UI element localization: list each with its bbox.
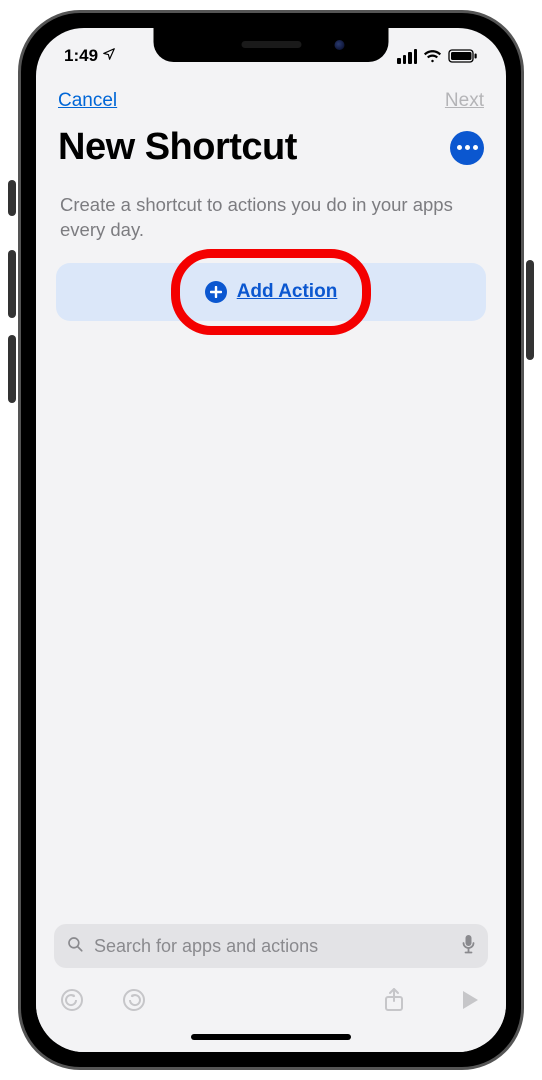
more-options-button[interactable] — [450, 131, 484, 165]
title-row: New Shortcut — [36, 118, 506, 179]
next-button: Next — [445, 90, 484, 112]
search-input[interactable] — [94, 936, 451, 957]
search-field[interactable] — [54, 924, 488, 968]
home-indicator[interactable] — [191, 1034, 351, 1040]
side-power-button — [526, 260, 534, 360]
volume-down-button — [8, 335, 16, 403]
add-action-label: Add Action — [237, 281, 338, 303]
bottom-toolbar — [54, 968, 488, 1020]
nav-bar: Cancel Next — [36, 78, 506, 118]
add-action-button[interactable]: Add Action — [56, 263, 486, 321]
plus-circle-icon — [205, 281, 227, 303]
status-right — [397, 49, 478, 64]
phone-frame: 1:49 Cancel Next — [18, 10, 524, 1070]
cancel-button[interactable]: Cancel — [58, 90, 117, 112]
speaker-grille — [241, 41, 301, 48]
bottom-area — [36, 924, 506, 1052]
front-camera — [335, 40, 345, 50]
location-arrow-icon — [102, 46, 116, 66]
redo-button[interactable] — [120, 986, 148, 1014]
ellipsis-icon — [473, 145, 478, 150]
search-icon — [66, 935, 84, 958]
volume-up-button — [8, 250, 16, 318]
run-button[interactable] — [456, 986, 484, 1014]
page-title: New Shortcut — [58, 126, 297, 169]
screen: 1:49 Cancel Next — [36, 28, 506, 1052]
wifi-icon — [423, 49, 442, 63]
redo-icon — [122, 988, 146, 1012]
page-description: Create a shortcut to actions you do in y… — [36, 179, 506, 263]
share-icon — [383, 987, 405, 1013]
notch — [154, 28, 389, 62]
ellipsis-icon — [465, 145, 470, 150]
ellipsis-icon — [457, 145, 462, 150]
status-left: 1:49 — [64, 46, 116, 66]
share-button[interactable] — [380, 986, 408, 1014]
cellular-signal-icon — [397, 49, 417, 64]
undo-button[interactable] — [58, 986, 86, 1014]
play-icon — [460, 989, 480, 1011]
add-action-container: Add Action — [36, 263, 506, 321]
status-time: 1:49 — [64, 46, 98, 66]
undo-icon — [60, 988, 84, 1012]
microphone-icon[interactable] — [461, 934, 476, 959]
volume-mute-switch — [8, 180, 16, 216]
battery-icon — [448, 49, 478, 63]
